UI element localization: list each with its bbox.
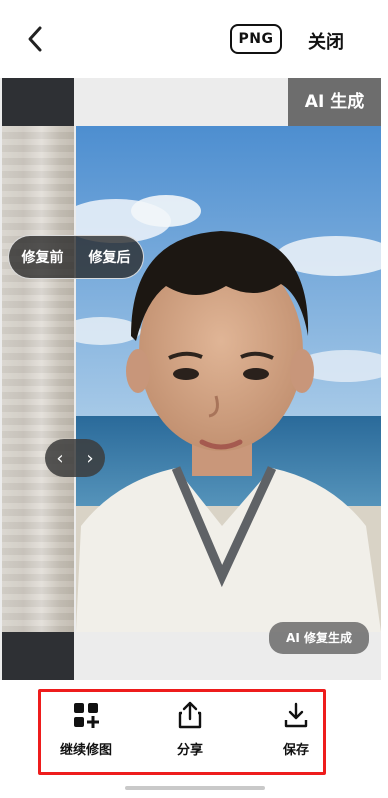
before-image-panel [2, 78, 74, 680]
chevron-right-icon: › [86, 447, 94, 469]
top-bar: PNG 关闭 [0, 0, 388, 78]
continue-edit-label: 继续修图 [59, 743, 112, 758]
share-icon [178, 701, 202, 729]
continue-edit-button[interactable]: 继续修图 [46, 701, 126, 761]
ai-repair-badge: AI 修复生成 [269, 622, 369, 654]
save-label: 保存 [282, 743, 309, 758]
share-label: 分享 [176, 743, 203, 758]
save-button[interactable]: 保存 [256, 701, 336, 761]
after-label[interactable]: 修复后 [89, 247, 131, 267]
compare-slider-handle[interactable]: ‹ › [45, 439, 105, 477]
edge-gap [381, 78, 388, 680]
before-after-toggle[interactable]: 修复前 修复后 [8, 235, 144, 279]
after-image-panel: AI 生成 [76, 78, 381, 680]
chevron-left-icon: ‹ [56, 447, 64, 469]
chevron-left-icon [28, 26, 42, 52]
format-button[interactable]: PNG [230, 24, 282, 54]
after-image [76, 126, 381, 632]
grid-plus-icon [74, 703, 99, 728]
close-button[interactable]: 关闭 [308, 28, 344, 54]
before-label[interactable]: 修复前 [22, 247, 64, 267]
back-button[interactable] [22, 24, 48, 54]
before-image [2, 126, 74, 632]
home-indicator [125, 786, 265, 790]
ai-generated-badge: AI 生成 [288, 78, 381, 126]
portrait-photo [76, 126, 381, 632]
share-button[interactable]: 分享 [150, 701, 230, 761]
download-icon [284, 702, 308, 728]
image-compare-area[interactable]: AI 生成 修复前 修复后 ‹ › [0, 78, 381, 680]
